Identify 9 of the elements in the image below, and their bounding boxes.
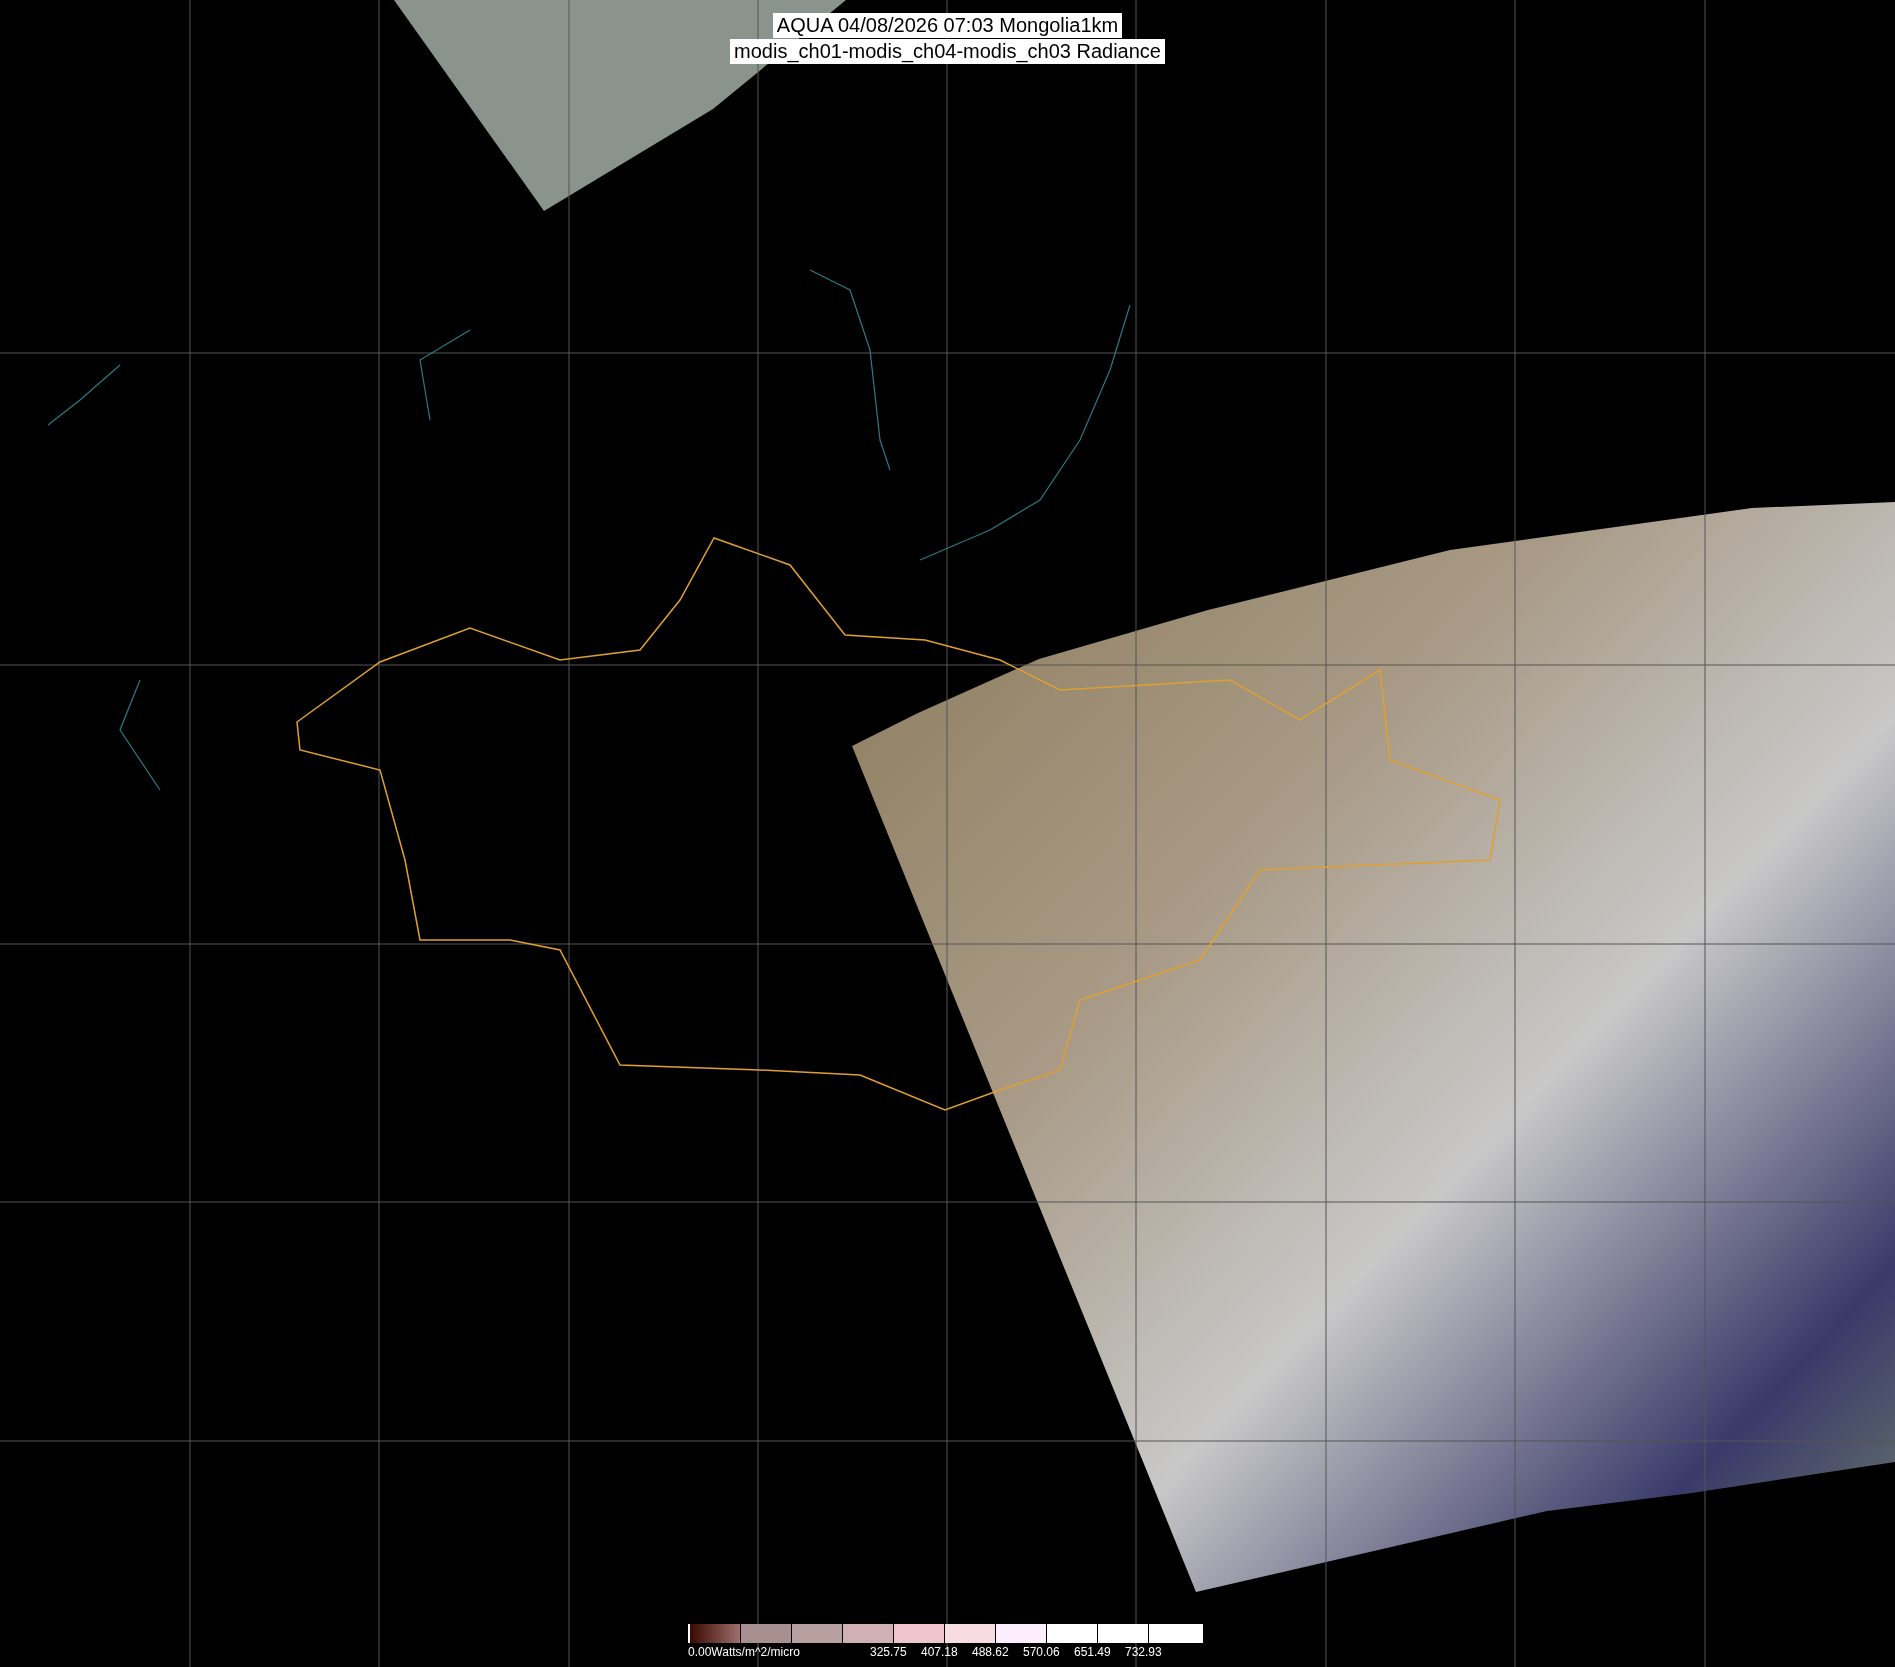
image-title: AQUA 04/08/2026 07:03 Mongolia1km	[772, 13, 1123, 38]
legend-tick-label: 407.18	[921, 1645, 959, 1659]
legend-tick-label: 570.06	[1023, 1645, 1061, 1659]
legend-unit-label: 0.00Watts/m^2/micro	[688, 1645, 801, 1659]
legend-tick-label: 325.75	[870, 1645, 908, 1659]
legend-tick-label: 651.49	[1074, 1645, 1112, 1659]
image-subtitle: modis_ch01-modis_ch04-modis_ch03 Radiance	[730, 39, 1165, 64]
legend-tick-label: 488.62	[972, 1645, 1010, 1659]
legend-tick-label: 732.93	[1125, 1645, 1163, 1659]
